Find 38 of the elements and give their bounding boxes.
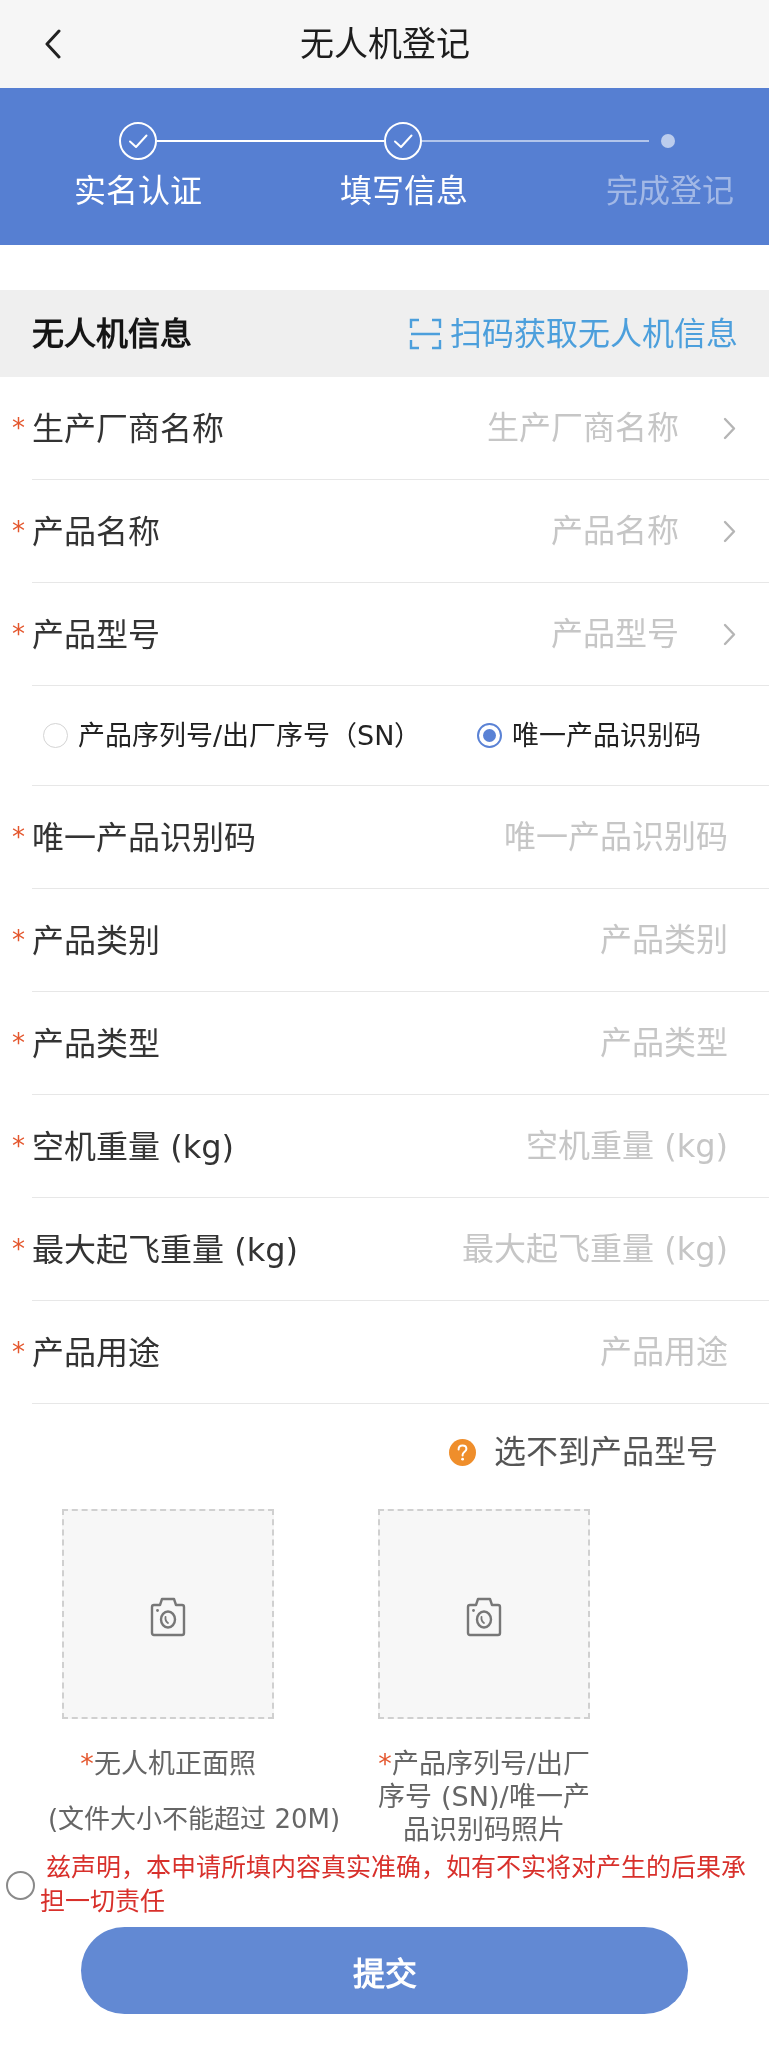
radio-option[interactable]: 唯一产品识别码 bbox=[477, 717, 701, 754]
scan-icon bbox=[409, 317, 442, 350]
input-field[interactable]: 最大起飞重量 (kg) bbox=[314, 1227, 728, 1271]
field-label: * 产品型号 bbox=[12, 614, 160, 655]
input-field[interactable]: 产品类别 bbox=[176, 918, 728, 962]
agree-radio-icon[interactable] bbox=[6, 1870, 35, 1900]
chevron-right-icon bbox=[723, 519, 736, 543]
field-label: * 最大起飞重量 (kg) bbox=[12, 1229, 298, 1270]
chevron-right-icon bbox=[723, 416, 736, 440]
field-label: * 产品类型 bbox=[12, 1023, 160, 1064]
section-title: 无人机信息 bbox=[32, 313, 192, 354]
field-label: * 生产厂商名称 bbox=[12, 408, 224, 449]
step-label: 完成登记 bbox=[606, 171, 734, 211]
select-field[interactable]: 产品型号 bbox=[176, 612, 679, 656]
page-title: 无人机登记 bbox=[298, 23, 471, 66]
upload-caption: *无人机正面照 bbox=[79, 1747, 257, 1780]
radio-option[interactable]: 产品序列号/出厂序号（SN） bbox=[43, 717, 422, 754]
input-field[interactable]: 唯一产品识别码 bbox=[272, 815, 728, 859]
field-label: * 空机重量 (kg) bbox=[12, 1126, 234, 1167]
input-field[interactable]: 空机重量 (kg) bbox=[250, 1124, 728, 1168]
step-label: 填写信息 bbox=[340, 171, 468, 211]
input-field[interactable]: 产品用途 bbox=[176, 1330, 728, 1374]
step-label: 实名认证 bbox=[74, 171, 202, 211]
chevron-right-icon bbox=[723, 622, 736, 646]
upload-caption: *产品序列号/出厂序号 (SN)/唯一产品识别码照片 bbox=[377, 1747, 591, 1846]
question-icon bbox=[449, 1438, 476, 1466]
back-icon bbox=[44, 29, 62, 59]
declaration-text: 兹声明，本申请所填内容真实准确，如有不实将对产生的后果承担一切责任 bbox=[40, 1852, 747, 1918]
field-label: * 产品名称 bbox=[12, 511, 160, 552]
input-field[interactable]: 产品类型 bbox=[176, 1021, 728, 1065]
field-label: * 唯一产品识别码 bbox=[12, 817, 256, 858]
select-field[interactable]: 生产厂商名称 bbox=[240, 406, 679, 450]
field-label: * 产品用途 bbox=[12, 1332, 160, 1373]
select-field[interactable]: 产品名称 bbox=[176, 509, 679, 553]
back-button[interactable] bbox=[44, 29, 62, 59]
field-label: * 产品类别 bbox=[12, 920, 160, 961]
upload-note: (文件大小不能超过 20M) bbox=[48, 1803, 341, 1836]
help-link[interactable]: 选不到产品型号 bbox=[449, 1432, 718, 1472]
